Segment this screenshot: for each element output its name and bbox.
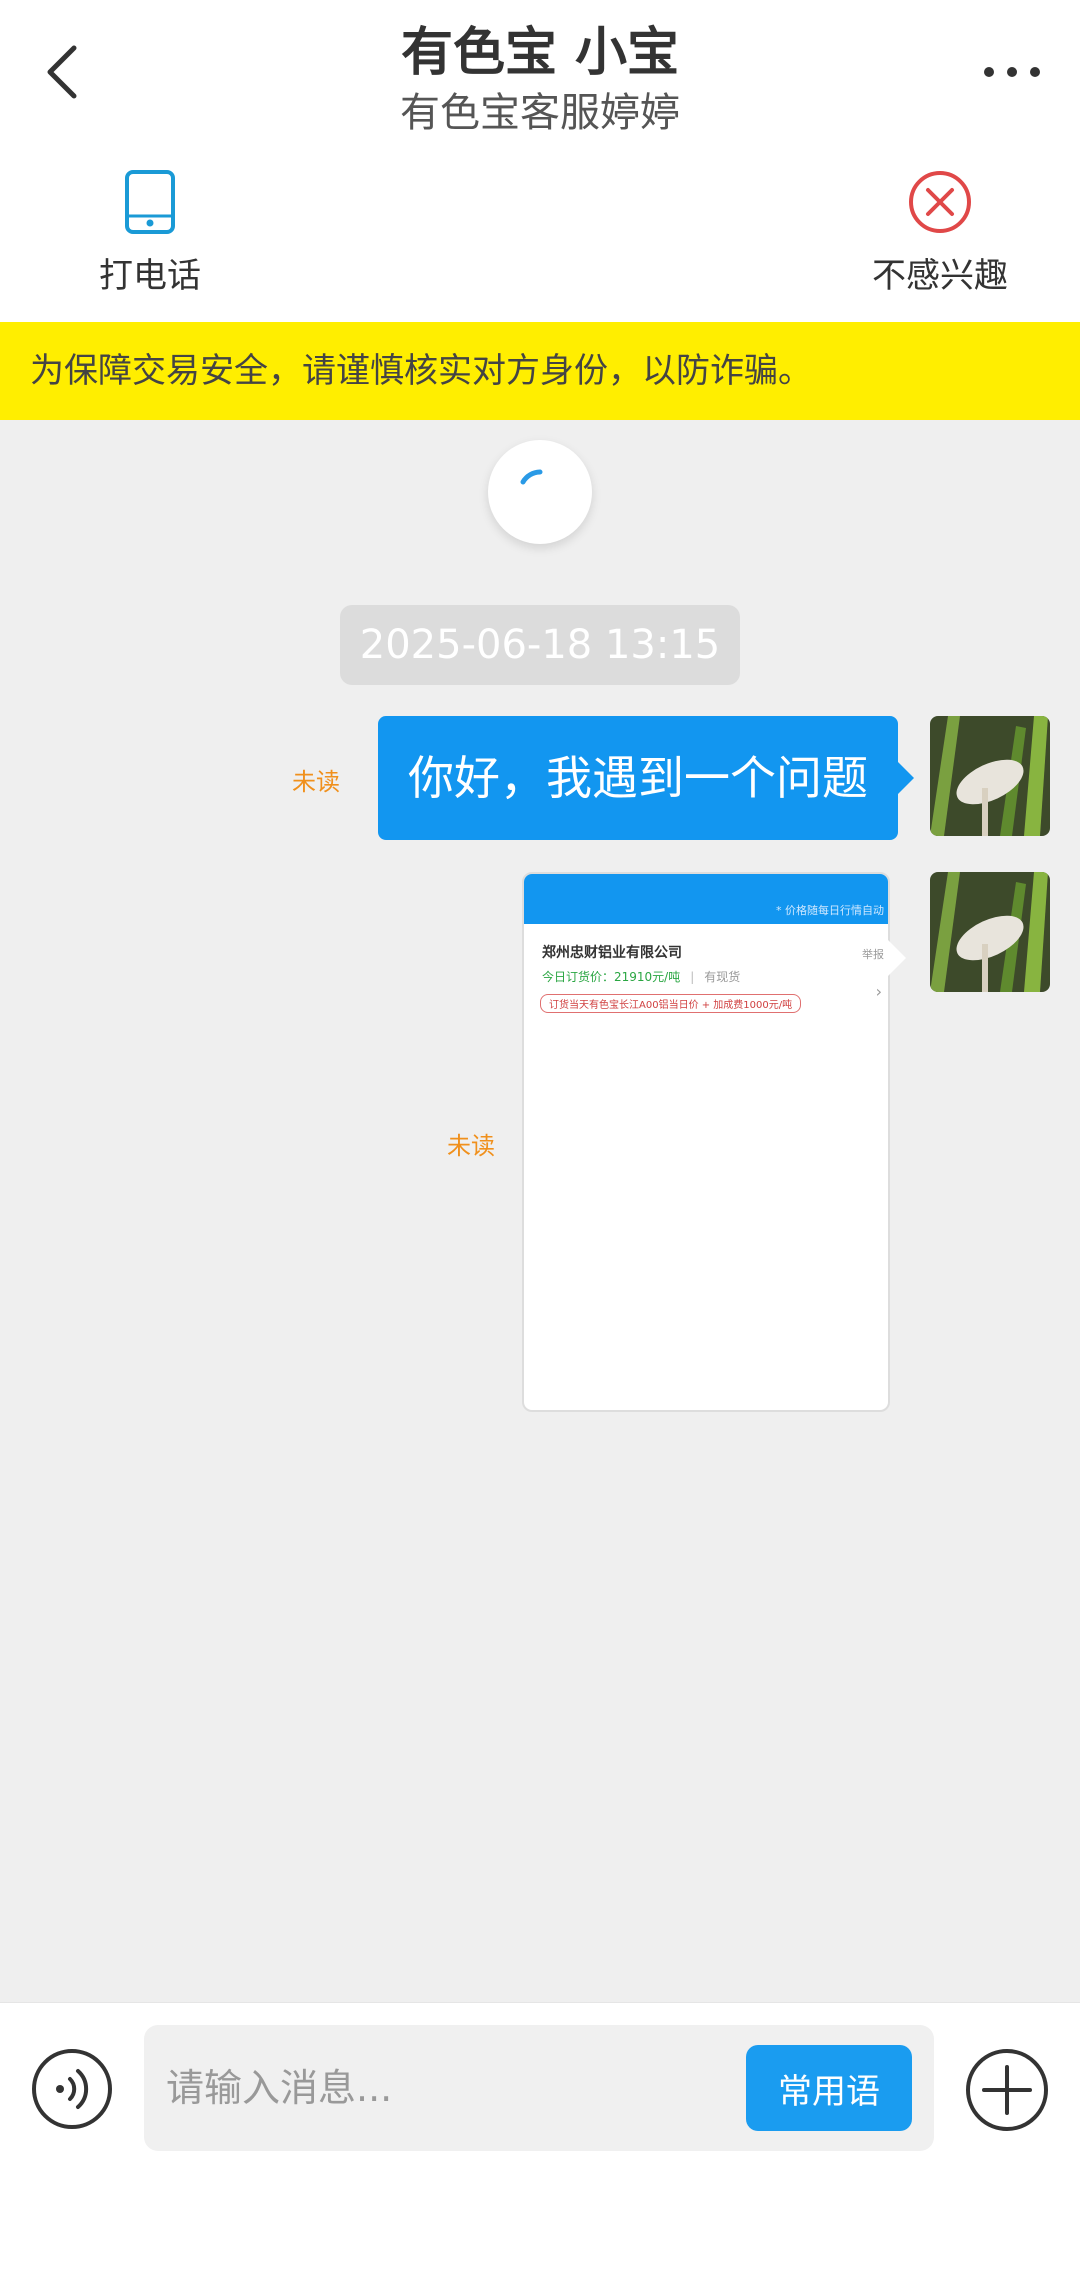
chat-title: 有色宝 小宝 [400,23,680,83]
card-separator: | [690,970,695,984]
more-actions-button[interactable] [964,2047,1050,2133]
avatar-image [930,872,1050,992]
card-pointer [888,940,906,976]
spinner-icon [520,469,543,485]
product-card-message[interactable]: * 价格随每日行情自动 郑州忠财铝业有限公司 举报 今日订货价：21910元/吨… [522,872,890,1412]
card-price-note: * 价格随每日行情自动 [776,904,884,917]
call-label: 打电话 [99,256,201,296]
card-report-link[interactable]: 举报 [862,946,884,962]
avatar[interactable] [930,872,1050,992]
safety-warning-banner: 为保障交易安全，请谨慎核实对方身份，以防诈骗。 [0,322,1080,420]
card-price-row: 今日订货价：21910元/吨 | 有现货 [542,968,740,985]
card-price: 今日订货价：21910元/吨 [542,970,681,984]
voice-button[interactable] [30,2047,114,2131]
phone-icon [125,170,175,234]
chevron-right-icon: › [875,982,882,1001]
not-interested-label: 不感兴趣 [872,256,1008,296]
card-header: * 价格随每日行情自动 [524,874,888,924]
card-company-name: 郑州忠财铝业有限公司 [542,945,682,961]
voice-icon [32,2049,112,2129]
common-phrases-button[interactable]: 常用语 [746,2045,912,2131]
chat-subtitle: 有色宝客服婷婷 [400,90,680,136]
unread-status: 未读 [292,768,340,796]
header: 有色宝 小宝 有色宝客服婷婷 打电话 不感兴趣 [0,0,1080,322]
loading-spinner [488,440,592,544]
close-circle-icon [909,171,971,233]
more-button[interactable] [974,40,1050,104]
unread-status: 未读 [447,1132,495,1160]
call-button[interactable]: 打电话 [40,168,260,297]
message-input-bar: 常用语 [0,2002,1080,2172]
chat-area[interactable]: 2025-06-18 13:15 未读 你好，我遇到一个问题 未读 * 价格随每… [0,420,1080,2002]
avatar-image [930,716,1050,836]
card-stock-status: 有现货 [704,970,741,984]
message-input[interactable] [164,2025,684,2151]
bottom-safe-area [0,2172,1080,2288]
avatar[interactable] [930,716,1050,836]
message-timestamp: 2025-06-18 13:15 [340,605,740,685]
plus-circle-icon [966,2049,1048,2131]
card-pricing-tag: 订货当天有色宝长江A00铝当日价 + 加成费1000元/吨 [540,994,802,1013]
more-horizontal-icon [984,67,1040,77]
message-input-container: 常用语 [144,2025,934,2151]
not-interested-button[interactable]: 不感兴趣 [830,168,1050,297]
message-bubble[interactable]: 你好，我遇到一个问题 [378,716,914,840]
